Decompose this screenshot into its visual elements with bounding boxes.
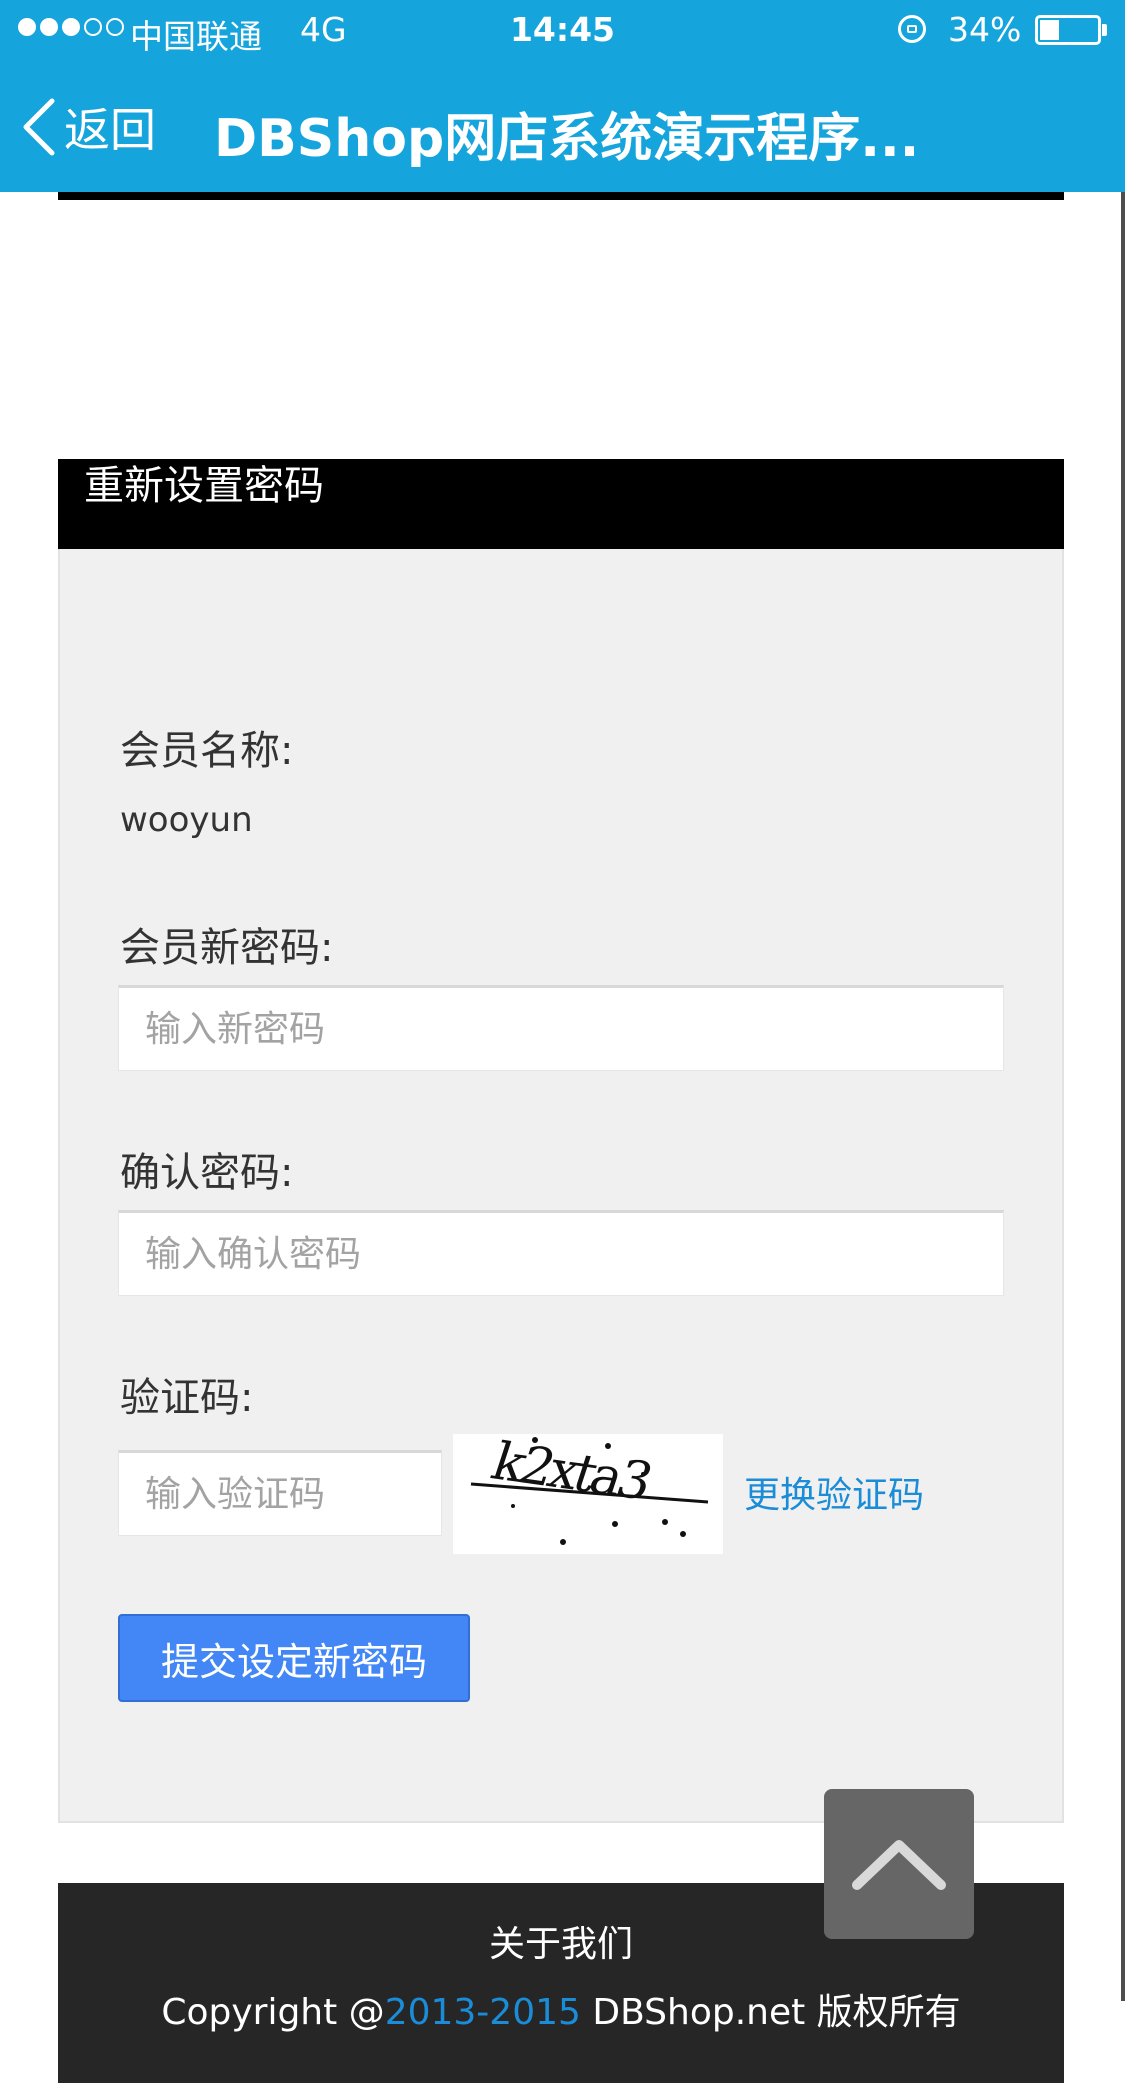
captcha-image[interactable]: k2xta3 — [453, 1432, 723, 1554]
copyright-years-link[interactable]: 2013-2015 — [385, 1992, 581, 2033]
back-button[interactable]: 返回 — [20, 92, 156, 162]
top-bar: 中国联通 4G 14:45 34% 返回 DBShop网店系统演示程序... — [0, 0, 1125, 192]
chevron-up-icon — [852, 1840, 946, 1890]
copyright-prefix: Copyright @ — [161, 1992, 385, 2033]
back-to-top-button[interactable] — [824, 1789, 974, 1939]
page-title: DBShop网店系统演示程序... — [214, 109, 914, 169]
submit-new-password-button[interactable]: 提交设定新密码 — [118, 1614, 470, 1702]
confirm-password-input[interactable] — [118, 1210, 1004, 1296]
nav-bar: 返回 DBShop网店系统演示程序... — [0, 62, 1125, 192]
confirm-password-label: 确认密码: — [120, 1150, 294, 1196]
rotation-lock-icon — [898, 15, 926, 43]
battery-level-fill — [1040, 20, 1059, 40]
captcha-label: 验证码: — [120, 1375, 254, 1421]
scroll-edge — [1121, 192, 1125, 2001]
status-bar: 中国联通 4G 14:45 34% — [0, 0, 1125, 62]
header-divider — [58, 192, 1064, 200]
copyright-suffix: DBShop.net 版权所有 — [580, 1992, 961, 2033]
back-label: 返回 — [64, 103, 156, 157]
battery-icon — [1035, 15, 1101, 45]
battery-percent: 34% — [948, 10, 1022, 49]
refresh-captcha-link[interactable]: 更换验证码 — [744, 1466, 924, 1518]
panel-title: 重新设置密码 — [84, 463, 324, 509]
captcha-input[interactable] — [118, 1450, 442, 1536]
battery-tip — [1102, 24, 1107, 36]
new-password-input[interactable] — [118, 985, 1004, 1071]
chevron-left-icon — [23, 98, 55, 156]
member-name-value: wooyun — [120, 800, 253, 840]
new-password-label: 会员新密码: — [120, 925, 334, 971]
member-name-label: 会员名称: — [120, 728, 294, 774]
panel-header: 重新设置密码 — [58, 459, 1064, 549]
copyright-text: Copyright @2013-2015 DBShop.net 版权所有 — [58, 1983, 1064, 2035]
